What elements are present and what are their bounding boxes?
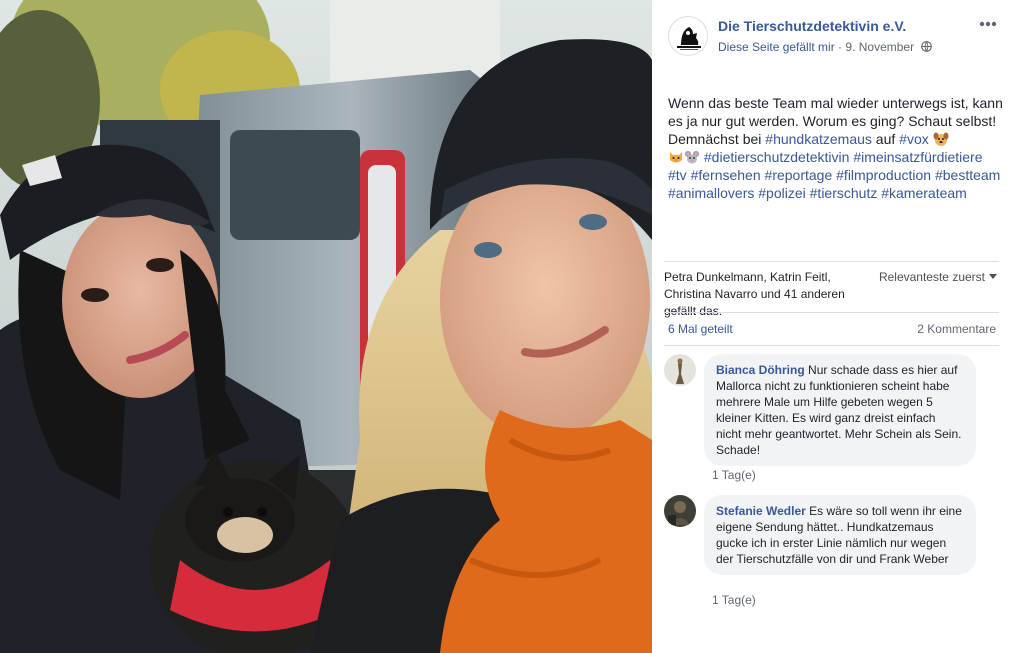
hashtag-link[interactable]: #bestteam bbox=[935, 167, 1000, 183]
cat-face-icon bbox=[670, 152, 682, 163]
hashtag-link[interactable]: #tv bbox=[668, 167, 687, 183]
photo-illustration bbox=[0, 0, 652, 653]
divider-top bbox=[664, 261, 999, 262]
page-liked-link[interactable]: Diese Seite gefällt mir bbox=[718, 40, 835, 54]
avatar-image bbox=[664, 354, 696, 386]
chevron-down-icon bbox=[989, 274, 997, 279]
mouse-face-icon bbox=[685, 151, 699, 164]
post-text-part-2: #dietierschutzdetektivin #imeinsatzfürdi… bbox=[668, 149, 1000, 201]
post-text-segment: auf bbox=[871, 131, 900, 147]
comment-text: Nur schade dass es hier auf Mallorca nic… bbox=[716, 363, 962, 457]
page-logo-icon bbox=[669, 17, 707, 55]
comment-bubble: Stefanie Wedler Es wäre so toll wenn ihr… bbox=[704, 495, 976, 575]
post-meta: Diese Seite gefällt mir · 9. November bbox=[718, 40, 933, 54]
page-name[interactable]: Die Tierschutzdetektivin e.V. bbox=[718, 18, 906, 34]
hashtag-link[interactable]: #tierschutz bbox=[810, 185, 878, 201]
globe-icon bbox=[921, 41, 933, 52]
hashtag-link[interactable]: #reportage bbox=[765, 167, 833, 183]
hashtag-link[interactable]: #imeinsatzfürdietiere bbox=[853, 149, 982, 165]
commenter-avatar[interactable] bbox=[664, 354, 696, 386]
comment-sort-dropdown[interactable]: Relevanteste zuerst bbox=[879, 270, 997, 284]
divider-mid bbox=[664, 312, 999, 313]
emoji-group bbox=[668, 149, 700, 165]
hashtag-link[interactable]: #vox bbox=[899, 131, 929, 147]
more-options-icon[interactable] bbox=[978, 16, 998, 32]
emoji-dog-1 bbox=[929, 131, 949, 147]
post-date[interactable]: 9. November bbox=[845, 40, 914, 54]
avatar-image bbox=[664, 495, 696, 527]
hashtag-link[interactable]: #fernsehen bbox=[691, 167, 761, 183]
comments-count-link[interactable]: 2 Kommentare bbox=[917, 322, 996, 336]
hashtag-link[interactable]: #kamerateam bbox=[881, 185, 967, 201]
post-text-part-1: Wenn das beste Team mal wieder unterwegs… bbox=[668, 95, 1003, 147]
comment-item: Stefanie Wedler Es wäre so toll wenn ihr… bbox=[664, 495, 994, 615]
hashtag-link[interactable]: #polizei bbox=[758, 185, 805, 201]
comment-bubble: Bianca Döhring Nur schade dass es hier a… bbox=[704, 354, 976, 466]
divider-bottom bbox=[664, 345, 999, 346]
sort-label: Relevanteste zuerst bbox=[878, 270, 985, 284]
meta-separator: · bbox=[834, 40, 846, 54]
post-text: Wenn das beste Team mal wieder unterwegs… bbox=[668, 94, 1003, 202]
comment-author[interactable]: Stefanie Wedler bbox=[716, 504, 806, 518]
comment-item: Bianca Döhring Nur schade dass es hier a… bbox=[664, 354, 994, 484]
comment-author[interactable]: Bianca Döhring bbox=[716, 363, 805, 377]
hashtag-link[interactable]: #hundkatzemaus bbox=[765, 131, 872, 147]
page-avatar[interactable] bbox=[668, 16, 708, 56]
post-panel: Die Tierschutzdetektivin e.V. Diese Seit… bbox=[652, 0, 1011, 653]
hashtag-link[interactable]: #animallovers bbox=[668, 185, 754, 201]
post-photo[interactable] bbox=[0, 0, 652, 653]
dog-face-icon bbox=[933, 132, 949, 146]
comment-time[interactable]: 1 Tag(e) bbox=[712, 593, 756, 607]
comment-time[interactable]: 1 Tag(e) bbox=[712, 468, 756, 482]
hashtag-link[interactable]: #filmproduction bbox=[836, 167, 931, 183]
commenter-avatar[interactable] bbox=[664, 495, 696, 527]
post-header: Die Tierschutzdetektivin e.V. Diese Seit… bbox=[668, 14, 998, 58]
shares-link[interactable]: 6 Mal geteilt bbox=[668, 322, 733, 336]
hashtag-link[interactable]: #dietierschutzdetektivin bbox=[704, 149, 850, 165]
